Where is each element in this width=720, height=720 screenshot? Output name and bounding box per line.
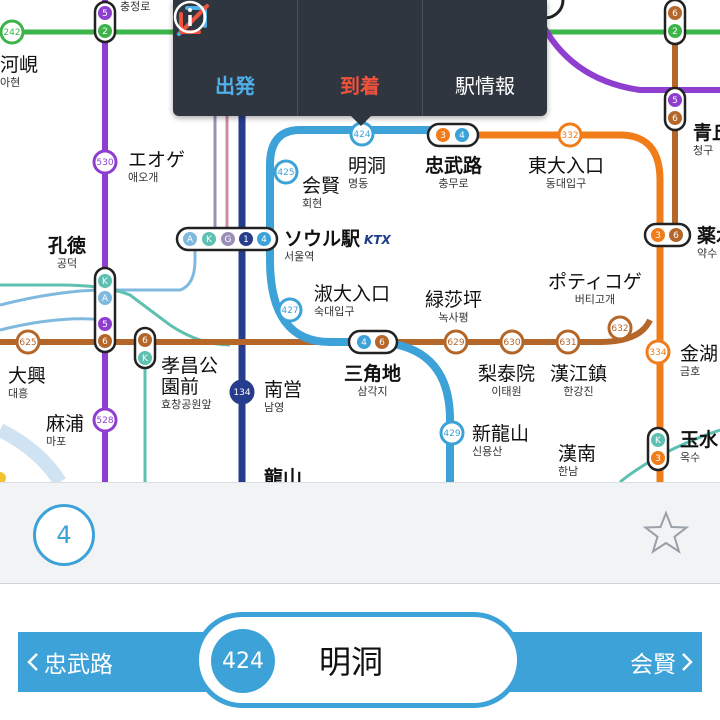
- station-label[interactable]: 金湖: [680, 344, 718, 365]
- station-info-button[interactable]: 駅情報: [173, 0, 547, 116]
- svg-text:6: 6: [142, 336, 148, 346]
- station-label[interactable]: 薬水: [697, 226, 720, 247]
- svg-text:2: 2: [672, 27, 678, 37]
- svg-text:6: 6: [672, 114, 678, 124]
- svg-text:332: 332: [561, 131, 578, 141]
- station-label[interactable]: 忠武路: [425, 156, 482, 177]
- svg-text:3: 3: [655, 231, 661, 241]
- next-station-label: 会賢: [630, 652, 676, 678]
- current-station-pill: 424 明洞: [194, 612, 522, 708]
- prev-station-label: 忠武路: [44, 652, 113, 678]
- station-label[interactable]: 東大入口: [528, 156, 604, 177]
- station-label[interactable]: 漢江鎮: [550, 364, 607, 385]
- svg-text:424: 424: [353, 130, 370, 140]
- line-badge: 4: [33, 504, 95, 566]
- station-label[interactable]: 新龍山: [472, 424, 529, 445]
- svg-text:A: A: [187, 235, 194, 245]
- next-station-button[interactable]: 会賢: [630, 632, 694, 692]
- svg-text:6: 6: [672, 9, 678, 19]
- svg-text:4: 4: [361, 338, 367, 348]
- svg-text:334: 334: [649, 348, 666, 358]
- svg-text:530: 530: [96, 158, 113, 168]
- ktx-logo: KTX: [364, 232, 391, 247]
- svg-text:3: 3: [655, 454, 661, 464]
- svg-text:5: 5: [672, 96, 678, 106]
- station-label[interactable]: ソウル駅: [284, 229, 360, 250]
- svg-text:629: 629: [447, 338, 464, 348]
- svg-text:3: 3: [440, 131, 446, 141]
- current-station-name: 明洞: [319, 643, 384, 681]
- svg-text:429: 429: [443, 429, 460, 439]
- svg-text:427: 427: [281, 306, 298, 316]
- station-label[interactable]: 孔徳: [48, 236, 86, 257]
- svg-text:6: 6: [102, 337, 108, 347]
- station-label[interactable]: 青丘: [693, 123, 720, 144]
- svg-text:625: 625: [19, 338, 36, 348]
- svg-text:242: 242: [3, 28, 20, 38]
- station-label[interactable]: 孝昌公園前: [161, 356, 225, 398]
- station-label[interactable]: 玉水: [680, 430, 718, 451]
- svg-text:5: 5: [102, 9, 108, 19]
- chevron-left-icon: [27, 653, 38, 671]
- station-label[interactable]: 緑莎坪: [425, 290, 482, 311]
- svg-text:4: 4: [459, 131, 465, 141]
- subway-map[interactable]: 242 5 2 530 425 424 3 4 332 6 2 5 6 A K …: [0, 0, 720, 482]
- station-label[interactable]: 麻浦: [46, 414, 84, 435]
- station-label[interactable]: 三角地: [344, 364, 401, 385]
- svg-text:G: G: [225, 235, 232, 245]
- svg-text:6: 6: [379, 338, 385, 348]
- station-label[interactable]: 梨泰院: [478, 364, 535, 385]
- svg-text:632: 632: [611, 324, 628, 334]
- svg-text:6: 6: [673, 231, 679, 241]
- station-label: 충정로: [120, 0, 151, 13]
- station-label[interactable]: 龍山: [264, 468, 302, 483]
- star-outline-icon[interactable]: [642, 510, 690, 560]
- station-label[interactable]: 明洞: [348, 156, 386, 177]
- station-label[interactable]: 漢南: [558, 444, 596, 465]
- station-label[interactable]: 会賢: [302, 176, 340, 197]
- station-label[interactable]: ポティコゲ: [548, 272, 642, 293]
- svg-text:1: 1: [243, 235, 249, 245]
- prev-station-button[interactable]: 忠武路: [26, 632, 113, 692]
- station-info-bar: 4: [0, 482, 720, 584]
- svg-text:630: 630: [503, 338, 520, 348]
- station-label[interactable]: 大興: [8, 366, 46, 387]
- svg-text:2: 2: [102, 27, 108, 37]
- svg-text:528: 528: [96, 416, 113, 426]
- station-label[interactable]: 南営: [264, 380, 302, 401]
- svg-text:A: A: [102, 294, 109, 304]
- chevron-right-icon: [682, 653, 693, 671]
- svg-text:5: 5: [102, 320, 108, 330]
- svg-text:134: 134: [233, 388, 250, 398]
- station-label[interactable]: エオゲ: [128, 150, 185, 171]
- station-label[interactable]: 淑大入口: [314, 284, 390, 305]
- station-popup: 出発 到着 駅情報: [173, 0, 547, 126]
- arrival-button[interactable]: 到着: [179, 0, 423, 116]
- svg-text:425: 425: [277, 168, 294, 178]
- station-label[interactable]: 河峴: [0, 55, 38, 76]
- station-number-badge: 424: [211, 629, 275, 693]
- svg-text:631: 631: [559, 338, 576, 348]
- svg-text:4: 4: [261, 235, 267, 245]
